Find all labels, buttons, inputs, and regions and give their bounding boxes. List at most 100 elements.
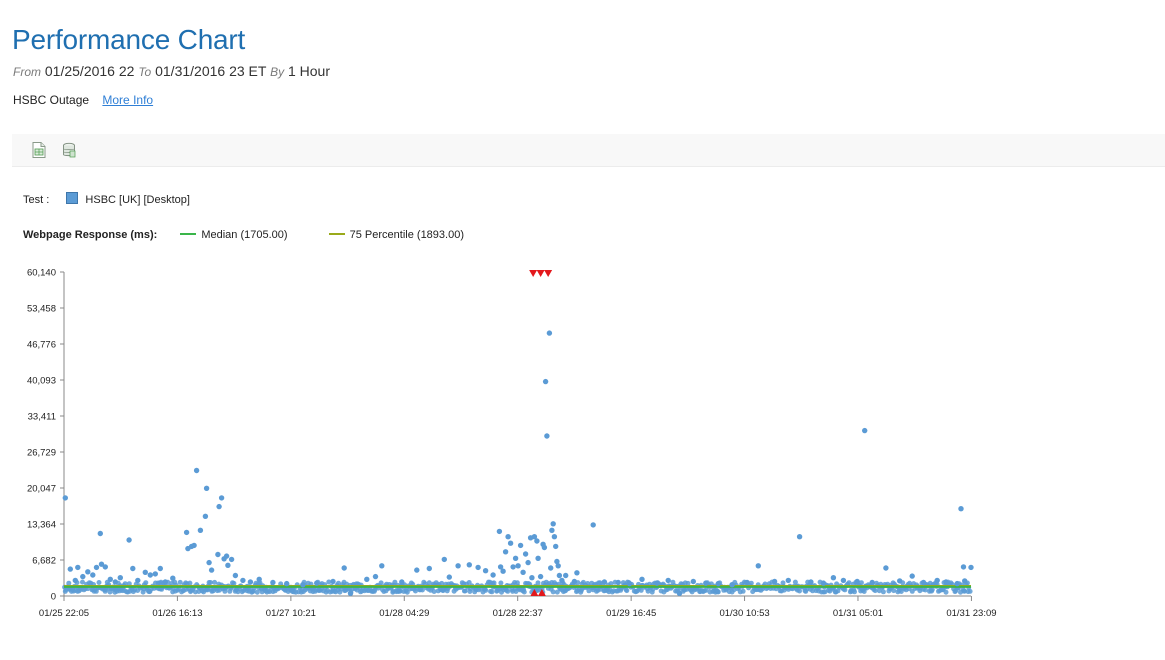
data-point bbox=[208, 567, 215, 573]
x-tick-label: 01/25 22:05 bbox=[39, 608, 89, 619]
data-point bbox=[550, 521, 556, 527]
x-tick-label: 01/26 16:13 bbox=[152, 608, 202, 619]
data-point bbox=[862, 427, 868, 434]
data-point bbox=[943, 589, 949, 595]
data-point bbox=[840, 577, 847, 584]
data-point bbox=[218, 495, 225, 501]
data-point bbox=[512, 555, 519, 561]
data-point bbox=[715, 589, 721, 595]
y-tick-label: 60,140 bbox=[27, 268, 56, 279]
data-point bbox=[507, 540, 514, 546]
data-point bbox=[496, 528, 503, 535]
data-point bbox=[62, 495, 68, 501]
data-point bbox=[482, 568, 489, 574]
data-point bbox=[490, 572, 496, 578]
error-marker-top bbox=[536, 270, 545, 277]
data-point bbox=[130, 565, 136, 572]
data-point bbox=[729, 582, 735, 588]
data-point bbox=[522, 551, 529, 557]
data-point bbox=[228, 556, 235, 563]
x-tick-label: 01/28 22:37 bbox=[493, 608, 543, 619]
data-point bbox=[489, 589, 495, 595]
data-point bbox=[520, 569, 526, 575]
data-point bbox=[740, 588, 746, 594]
data-point bbox=[157, 565, 163, 572]
data-point bbox=[968, 564, 974, 571]
data-point bbox=[215, 551, 221, 558]
data-point bbox=[546, 330, 553, 336]
data-point bbox=[483, 587, 489, 593]
data-point bbox=[954, 580, 960, 587]
data-point bbox=[535, 580, 541, 586]
data-point bbox=[193, 467, 200, 474]
data-point bbox=[240, 577, 246, 584]
data-point bbox=[330, 578, 336, 585]
x-tick-label: 01/27 10:21 bbox=[266, 608, 316, 619]
data-point bbox=[962, 578, 968, 584]
data-point bbox=[364, 576, 370, 582]
y-tick-label: 26,729 bbox=[27, 448, 56, 459]
data-point bbox=[542, 378, 549, 385]
data-point bbox=[399, 579, 405, 585]
data-point bbox=[197, 527, 204, 533]
data-point bbox=[517, 542, 524, 549]
data-point bbox=[414, 567, 420, 573]
x-tick-label: 01/30 10:53 bbox=[719, 608, 769, 619]
y-tick-label: 46,776 bbox=[27, 340, 56, 351]
data-point bbox=[97, 530, 104, 537]
data-point bbox=[529, 575, 535, 581]
data-point bbox=[102, 564, 109, 570]
data-point bbox=[676, 590, 683, 596]
data-point bbox=[135, 577, 141, 584]
x-tick-label: 01/29 16:45 bbox=[606, 608, 656, 619]
data-point bbox=[703, 580, 709, 586]
error-marker-top bbox=[529, 270, 538, 277]
data-point bbox=[284, 580, 290, 587]
data-point bbox=[755, 563, 761, 569]
data-point bbox=[690, 578, 696, 585]
x-tick-label: 01/31 23:09 bbox=[946, 608, 996, 619]
data-point bbox=[525, 559, 531, 566]
data-point bbox=[715, 580, 721, 587]
data-point bbox=[869, 579, 875, 586]
data-point bbox=[247, 579, 254, 585]
data-point bbox=[475, 564, 481, 571]
y-tick-label: 20,047 bbox=[27, 484, 56, 495]
data-point bbox=[559, 577, 565, 584]
data-point bbox=[341, 565, 347, 571]
data-point bbox=[590, 522, 596, 528]
y-tick-label: 6,682 bbox=[32, 556, 56, 567]
data-point bbox=[372, 573, 379, 580]
data-point bbox=[563, 572, 569, 579]
data-point bbox=[639, 576, 645, 582]
data-point bbox=[498, 580, 504, 586]
data-point bbox=[852, 589, 857, 595]
data-point bbox=[883, 565, 889, 571]
data-point bbox=[67, 566, 74, 572]
data-point bbox=[152, 571, 158, 577]
data-point bbox=[216, 503, 222, 510]
data-point bbox=[830, 575, 837, 581]
data-point bbox=[223, 553, 230, 559]
data-point bbox=[574, 570, 580, 576]
data-point bbox=[441, 556, 447, 563]
data-point bbox=[897, 578, 903, 584]
data-point bbox=[521, 589, 527, 595]
data-point bbox=[202, 513, 209, 519]
data-point bbox=[771, 578, 778, 585]
data-point bbox=[466, 562, 472, 568]
data-point bbox=[446, 574, 452, 580]
data-point bbox=[960, 564, 967, 570]
data-point bbox=[426, 565, 432, 572]
data-point bbox=[80, 573, 86, 580]
data-point bbox=[555, 563, 561, 569]
data-point bbox=[72, 577, 79, 584]
y-tick-label: 0 bbox=[51, 592, 56, 603]
data-point bbox=[626, 580, 633, 587]
data-point bbox=[191, 542, 197, 549]
data-point bbox=[535, 555, 541, 561]
data-point bbox=[665, 577, 671, 584]
data-point bbox=[225, 562, 231, 568]
data-point bbox=[93, 564, 100, 571]
data-point bbox=[548, 565, 554, 571]
